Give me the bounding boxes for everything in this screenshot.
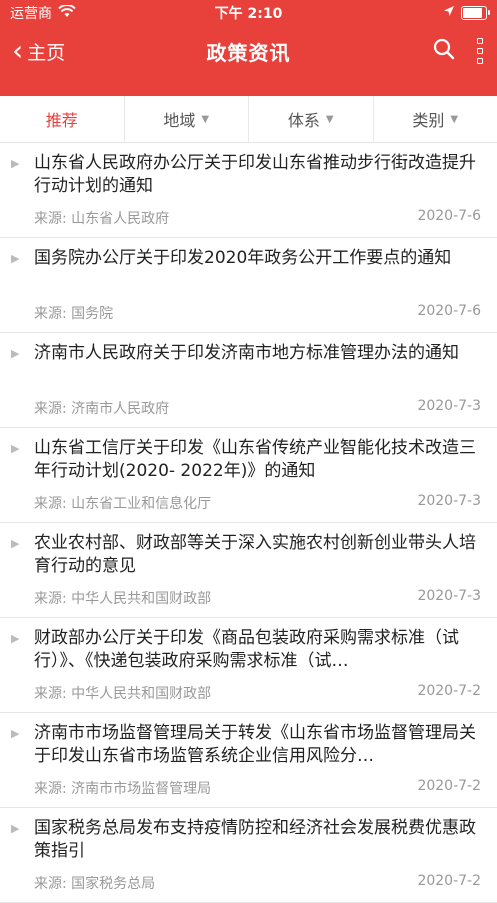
- filter-system[interactable]: 体系 ▼: [249, 96, 374, 142]
- bullet-arrow-icon: ▶: [11, 822, 19, 835]
- bullet-arrow-icon: ▶: [11, 347, 19, 360]
- article-title: 农业农村部、财政部等关于深入实施农村创新创业带头人培育行动的意见: [34, 523, 481, 578]
- bullet-arrow-icon: ▶: [11, 727, 19, 740]
- bullet-arrow-icon: ▶: [11, 252, 19, 265]
- article-title: 财政部办公厅关于印发《商品包装政府采购需求标准（试行）》、《快递包装政府采购需求…: [34, 618, 481, 673]
- bullet-arrow-icon: ▶: [11, 632, 19, 645]
- battery-icon: [461, 6, 487, 20]
- list-item[interactable]: ▶ 山东省人民政府办公厅关于印发山东省推动步行街改造提升行动计划的通知 来源: …: [0, 143, 497, 238]
- filter-label: 类别: [412, 107, 444, 131]
- article-source: 来源: 中华人民共和国财政部: [34, 588, 211, 608]
- filter-recommended[interactable]: 推荐: [0, 96, 125, 142]
- filter-label: 体系: [288, 107, 320, 131]
- more-menu-icon[interactable]: [477, 38, 483, 64]
- article-source: 来源: 山东省工业和信息化厅: [34, 493, 211, 513]
- list-item[interactable]: ▶ 财政部办公厅关于印发《商品包装政府采购需求标准（试行）》、《快递包装政府采购…: [0, 618, 497, 713]
- list-item[interactable]: ▶ 山东省工信厅关于印发《山东省传统产业智能化技术改造三年行动计划(2020- …: [0, 428, 497, 523]
- wifi-icon: [58, 5, 76, 22]
- article-date: 2020-7-3: [417, 398, 481, 418]
- dropdown-triangle-icon: ▼: [201, 114, 209, 125]
- status-bar: 运营商 下午 2:10: [0, 0, 497, 26]
- dropdown-triangle-icon: ▼: [326, 114, 334, 125]
- location-arrow-icon: [443, 5, 455, 21]
- filter-label: 推荐: [46, 107, 78, 131]
- filter-bar: 推荐 地域 ▼ 体系 ▼ 类别 ▼: [0, 96, 497, 143]
- article-date: 2020-7-3: [417, 493, 481, 513]
- list-item[interactable]: ▶ 国务院办公厅关于印发2020年政务公开工作要点的通知 来源: 国务院 2020…: [0, 238, 497, 333]
- search-icon[interactable]: [433, 38, 455, 64]
- chevron-left-icon: ‹: [12, 37, 23, 65]
- back-label: 主页: [27, 38, 65, 65]
- article-source: 来源: 中华人民共和国财政部: [34, 683, 211, 703]
- article-date: 2020-7-2: [417, 683, 481, 703]
- article-source: 来源: 国家税务总局: [34, 873, 155, 893]
- article-source: 来源: 济南市人民政府: [34, 398, 169, 418]
- article-title: 山东省人民政府办公厅关于印发山东省推动步行街改造提升行动计划的通知: [34, 143, 481, 198]
- bullet-arrow-icon: ▶: [11, 157, 19, 170]
- article-title: 山东省工信厅关于印发《山东省传统产业智能化技术改造三年行动计划(2020- 20…: [34, 428, 481, 483]
- page-title: 政策资讯: [0, 37, 497, 66]
- article-title: 国家税务总局发布支持疫情防控和经济社会发展税费优惠政策指引: [34, 808, 481, 863]
- article-source: 来源: 济南市市场监督管理局: [34, 778, 211, 798]
- article-title: 济南市市场监督管理局关于转发《山东省市场监督管理局关于印发山东省市场监管系统企业…: [34, 713, 481, 768]
- list-item[interactable]: ▶ 国家税务总局发布支持疫情防控和经济社会发展税费优惠政策指引 来源: 国家税务…: [0, 808, 497, 903]
- filter-label: 地域: [163, 107, 195, 131]
- list-item[interactable]: ▶ 济南市人民政府关于印发济南市地方标准管理办法的通知 来源: 济南市人民政府 2…: [0, 333, 497, 428]
- article-date: 2020-7-2: [417, 873, 481, 893]
- filter-region[interactable]: 地域 ▼: [125, 96, 250, 142]
- article-title: 济南市人民政府关于印发济南市地方标准管理办法的通知: [34, 333, 481, 388]
- list-item[interactable]: ▶ 农业农村部、财政部等关于深入实施农村创新创业带头人培育行动的意见 来源: 中…: [0, 523, 497, 618]
- list-item[interactable]: ▶ 济南市市场监督管理局关于转发《山东省市场监督管理局关于印发山东省市场监管系统…: [0, 713, 497, 808]
- bullet-arrow-icon: ▶: [11, 537, 19, 550]
- carrier-label: 运营商: [10, 3, 52, 23]
- dropdown-triangle-icon: ▼: [450, 114, 458, 125]
- article-source: 来源: 国务院: [34, 303, 113, 323]
- article-date: 2020-7-2: [417, 778, 481, 798]
- article-date: 2020-7-3: [417, 588, 481, 608]
- back-button[interactable]: ‹ 主页: [0, 37, 65, 65]
- article-date: 2020-7-6: [417, 208, 481, 228]
- nav-bar: ‹ 主页 政策资讯: [0, 26, 497, 76]
- bullet-arrow-icon: ▶: [11, 442, 19, 455]
- article-list: ▶ 山东省人民政府办公厅关于印发山东省推动步行街改造提升行动计划的通知 来源: …: [0, 143, 497, 903]
- article-source: 来源: 山东省人民政府: [34, 208, 169, 228]
- article-date: 2020-7-6: [417, 303, 481, 323]
- article-title: 国务院办公厅关于印发2020年政务公开工作要点的通知: [34, 238, 481, 293]
- top-bar: 运营商 下午 2:10 ‹ 主页 政策资讯: [0, 0, 497, 96]
- filter-category[interactable]: 类别 ▼: [374, 96, 497, 142]
